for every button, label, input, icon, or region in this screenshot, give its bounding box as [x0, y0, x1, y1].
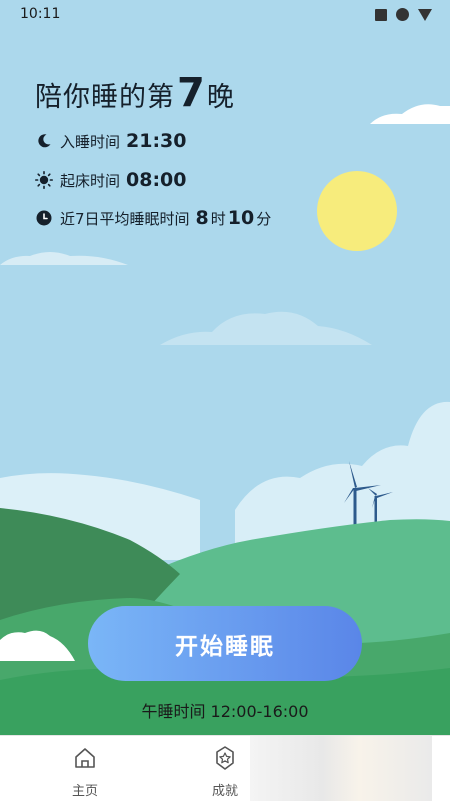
- wake-value: 08:00: [126, 169, 187, 191]
- record-icon: [396, 8, 409, 21]
- bottom-nav: 主页 成就: [0, 735, 450, 801]
- bedtime-row: 入睡时间 21:30: [35, 130, 187, 152]
- title-suffix: 晚: [206, 82, 235, 113]
- nav-label-home: 主页: [71, 784, 98, 799]
- average-hours: 8: [195, 207, 209, 229]
- clock-icon: [35, 209, 53, 227]
- sun: [317, 171, 397, 251]
- stop-icon: [375, 8, 387, 21]
- nav-item-home[interactable]: 主页: [55, 744, 115, 799]
- hours-unit: 时: [210, 209, 226, 228]
- nav-label-achievements: 成就: [211, 784, 238, 799]
- sun-icon: [35, 171, 53, 189]
- status-icons: [375, 8, 432, 21]
- start-sleep-button[interactable]: 开始睡眠: [88, 606, 362, 681]
- home-icon: [75, 748, 95, 768]
- wake-label: 起床时间: [60, 171, 121, 190]
- nav-item-achievements[interactable]: 成就: [195, 744, 255, 799]
- title-prefix: 陪你睡的第: [35, 82, 175, 113]
- status-bar: 10:11: [0, 0, 450, 32]
- sleep-home-screen: 10:11 陪你睡的第 7 晚 入睡时间 21:30 起床时间 08:00 近7…: [0, 0, 450, 735]
- page-title: 陪你睡的第 7 晚: [35, 70, 235, 116]
- bedtime-label: 入睡时间: [60, 132, 121, 151]
- bedtime-value: 21:30: [126, 130, 187, 152]
- moon-icon: [35, 132, 53, 150]
- average-label: 近7日平均睡眠时间: [60, 209, 190, 228]
- star-icon: [216, 746, 234, 770]
- average-minutes: 10: [227, 207, 255, 229]
- signal-icon: [418, 8, 432, 21]
- minutes-unit: 分: [256, 209, 272, 228]
- status-time: 10:11: [20, 6, 61, 22]
- nap-time-text: 午睡时间 12:00-16:00: [141, 702, 309, 721]
- obscured-nav-area: [250, 736, 432, 801]
- average-sleep-row: 近7日平均睡眠时间 8 时 10 分: [35, 207, 273, 229]
- night-number: 7: [177, 70, 205, 116]
- wake-row: 起床时间 08:00: [35, 169, 187, 191]
